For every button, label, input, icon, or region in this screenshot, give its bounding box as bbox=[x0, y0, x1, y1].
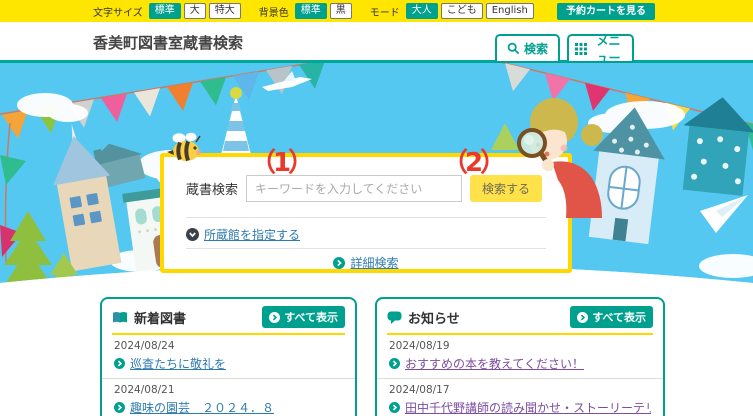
header-search-button[interactable]: 検索 bbox=[495, 34, 560, 63]
list-item: 2024/08/19 おすすめの本を教えてください！ bbox=[377, 335, 663, 378]
reservation-cart-button[interactable]: 予約カートを見る bbox=[557, 3, 655, 20]
font-size-standard-button[interactable]: 標準 bbox=[149, 3, 181, 19]
arrow-right-circle-icon bbox=[114, 402, 125, 413]
book-title-link[interactable]: 巡査たちに敬礼を bbox=[130, 355, 226, 372]
list-item: 2024/08/24 巡査たちに敬礼を bbox=[102, 335, 355, 378]
divider bbox=[186, 248, 546, 249]
font-size-group: 文字サイズ 標準 大 特大 bbox=[93, 3, 241, 19]
item-date: 2024/08/21 bbox=[114, 384, 343, 396]
bg-black-button[interactable]: 黒 bbox=[330, 3, 352, 19]
holdings-link-row: 所蔵館を指定する bbox=[186, 226, 300, 243]
bg-standard-button[interactable]: 標準 bbox=[295, 3, 327, 19]
new-books-title: 新着図書 bbox=[134, 308, 186, 327]
girl-with-magnifier-illustration bbox=[496, 98, 618, 218]
news-panel: お知らせ すべて表示 2024/08/19 おすすめの本を教えてください！ 20… bbox=[375, 297, 665, 416]
news-show-all-label: すべて表示 bbox=[592, 309, 646, 325]
catalog-search-label: 蔵書検索 bbox=[186, 179, 238, 198]
advanced-search-link[interactable]: 詳細検索 bbox=[350, 254, 398, 271]
mode-kids-button[interactable]: こども bbox=[441, 3, 483, 19]
news-header: お知らせ すべて表示 bbox=[377, 299, 663, 333]
mode-adult-button[interactable]: 大人 bbox=[406, 3, 438, 19]
font-size-large-button[interactable]: 大 bbox=[184, 3, 206, 19]
item-date: 2024/08/17 bbox=[389, 384, 651, 396]
background-color-label: 背景色 bbox=[259, 4, 289, 19]
book-title-link[interactable]: 趣味の園芸 ２０２４．８ bbox=[130, 399, 274, 416]
keyword-input[interactable] bbox=[246, 175, 462, 202]
background-color-group: 背景色 標準 黒 bbox=[259, 3, 352, 19]
new-books-show-all-label: すべて表示 bbox=[284, 309, 338, 325]
arrow-right-circle-icon bbox=[389, 402, 400, 413]
header-menu-button[interactable]: メニュー bbox=[567, 34, 634, 63]
new-books-panel: 新着図書 すべて表示 2024/08/24 巡査たちに敬礼を 2024/08/2… bbox=[100, 297, 357, 416]
new-books-header: 新着図書 すべて表示 bbox=[102, 299, 355, 333]
grid-menu-icon bbox=[575, 43, 587, 55]
new-books-title-row: 新着図書 bbox=[112, 308, 186, 327]
header-menu-label: メニュー bbox=[591, 32, 626, 66]
list-item: 2024/08/17 田中千代野講師の読み聞かせ・ストーリーテリング bbox=[377, 378, 663, 416]
news-show-all-button[interactable]: すべて表示 bbox=[570, 306, 653, 328]
list-item: 2024/08/21 趣味の園芸 ２０２４．８ bbox=[102, 378, 355, 416]
divider bbox=[186, 217, 546, 218]
arrow-right-circle-icon bbox=[577, 312, 588, 323]
font-size-label: 文字サイズ bbox=[93, 4, 143, 19]
advanced-search-row: 詳細検索 bbox=[164, 254, 568, 271]
font-size-xlarge-button[interactable]: 特大 bbox=[209, 3, 241, 19]
site-header: 香美町図書室蔵書検索 検索 メニュー bbox=[0, 22, 753, 63]
news-item-link[interactable]: おすすめの本を教えてください！ bbox=[405, 355, 584, 372]
arrow-right-circle-icon bbox=[114, 358, 125, 369]
arrow-right-circle-icon bbox=[333, 257, 345, 269]
new-books-show-all-button[interactable]: すべて表示 bbox=[262, 306, 345, 328]
speech-bubble-icon bbox=[387, 311, 402, 324]
mode-label: モード bbox=[370, 4, 400, 19]
news-item-link[interactable]: 田中千代野講師の読み聞かせ・ストーリーテリング bbox=[405, 399, 651, 416]
search-icon bbox=[507, 42, 520, 55]
book-icon bbox=[112, 311, 128, 324]
arrow-right-circle-icon bbox=[269, 312, 280, 323]
mode-english-button[interactable]: English bbox=[486, 3, 534, 19]
item-date: 2024/08/19 bbox=[389, 340, 651, 352]
library-search-page: 文字サイズ 標準 大 特大 背景色 標準 黒 モード 大人 こども Englis… bbox=[0, 0, 753, 416]
news-title: お知らせ bbox=[408, 308, 460, 327]
item-date: 2024/08/24 bbox=[114, 340, 343, 352]
mode-group: モード 大人 こども English bbox=[370, 3, 534, 19]
news-title-row: お知らせ bbox=[387, 308, 460, 327]
page-title: 香美町図書室蔵書検索 bbox=[93, 32, 243, 53]
chevron-down-circle-icon bbox=[186, 228, 199, 241]
hero-illustration: 蔵書検索 検索する 所蔵館を指定する 詳細検索 （1） （2） bbox=[0, 63, 753, 290]
header-search-label: 検索 bbox=[524, 40, 548, 57]
arrow-right-circle-icon bbox=[389, 358, 400, 369]
accessibility-toolbar: 文字サイズ 標準 大 特大 背景色 標準 黒 モード 大人 こども Englis… bbox=[0, 0, 753, 22]
specify-holdings-link[interactable]: 所蔵館を指定する bbox=[204, 226, 300, 243]
bee-illustration bbox=[164, 131, 210, 165]
